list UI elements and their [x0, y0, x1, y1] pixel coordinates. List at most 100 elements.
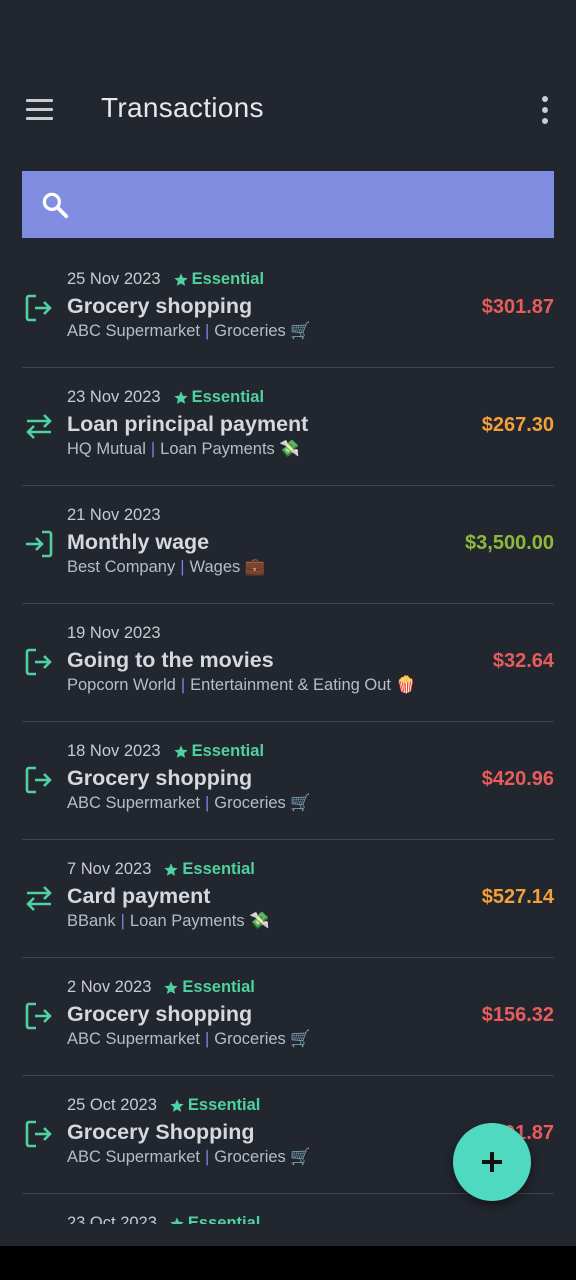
transaction-details: ABC Supermarket | Groceries 🛒 — [67, 1148, 311, 1167]
transaction-date: 21 Nov 2023 — [67, 506, 161, 525]
transaction-amount: $420.96 — [481, 768, 554, 790]
search-input[interactable] — [92, 183, 536, 227]
transaction-category: Groceries 🛒 — [214, 322, 311, 340]
transaction-date-text: 25 Nov 2023 — [67, 270, 161, 288]
transaction-category: Loan Payments 💸 — [129, 912, 270, 930]
transaction-amount: $267.30 — [481, 414, 554, 436]
transaction-name: Grocery shopping — [67, 294, 253, 318]
transaction-date: 23 Nov 2023 Essential — [67, 388, 264, 407]
transaction-date: 25 Oct 2023 Essential — [67, 1096, 260, 1115]
menu-icon[interactable] — [20, 90, 58, 128]
transaction-amount: $3,500.00 — [465, 532, 554, 554]
transaction-amount: $301.87 — [481, 296, 554, 318]
separator: | — [180, 558, 185, 576]
transaction-account: Best Company — [67, 558, 176, 576]
transaction-amount: $156.32 — [481, 1004, 554, 1026]
transaction-date-text: 7 Nov 2023 — [67, 860, 152, 878]
separator: | — [120, 912, 125, 930]
search-bar[interactable] — [22, 171, 554, 238]
transaction-details: ABC Supermarket | Groceries 🛒 — [67, 794, 311, 813]
transaction-details: Popcorn World | Entertainment & Eating Out… — [67, 676, 416, 695]
transaction-row[interactable]: 18 Nov 2023 Essential Grocery shopping ABC … — [0, 722, 576, 840]
separator: | — [204, 322, 210, 340]
swap-horiz-icon — [26, 886, 52, 911]
add-icon — [482, 1152, 502, 1172]
transaction-account: HQ Mutual — [67, 440, 146, 458]
logout-icon — [25, 766, 52, 794]
transaction-category: Groceries 🛒 — [214, 1030, 311, 1048]
separator: | — [180, 676, 186, 694]
transaction-date-text: 25 Oct 2023 — [67, 1096, 157, 1114]
transaction-details: ABC Supermarket | Groceries 🛒 — [67, 1030, 311, 1049]
transaction-row[interactable]: 21 Nov 2023 Monthly wage Best Company | Wage… — [0, 486, 576, 604]
transaction-details: HQ Mutual | Loan Payments 💸 — [67, 440, 300, 459]
transaction-row[interactable]: 23 Nov 2023 Essential Loan principal payme… — [0, 368, 576, 486]
search-icon — [42, 192, 69, 219]
transaction-row[interactable]: 19 Nov 2023 Going to the movies Popcorn Wo… — [0, 604, 576, 722]
transaction-amount: $32.64 — [492, 650, 554, 672]
star-icon — [173, 390, 188, 404]
essential-badge: Essential — [163, 860, 255, 879]
transaction-date-text: 2 Nov 2023 — [67, 978, 152, 996]
star-icon — [173, 272, 188, 286]
transaction-details: Best Company | Wages 💼 — [67, 558, 265, 577]
essential-badge: Essential — [173, 388, 264, 407]
essential-label: Essential — [187, 1214, 261, 1224]
transaction-details: BBank | Loan Payments 💸 — [67, 912, 270, 931]
transaction-date-text: 23 Oct 2023 — [67, 1214, 157, 1224]
star-icon — [164, 862, 179, 876]
essential-label: Essential — [182, 978, 255, 996]
essential-label: Essential — [182, 860, 255, 878]
essential-label: Essential — [191, 742, 265, 760]
transaction-account: ABC Supermarket — [67, 1148, 200, 1166]
transaction-category: Loan Payments 💸 — [160, 440, 300, 458]
transaction-name: Card payment — [67, 884, 211, 908]
star-icon — [170, 1216, 184, 1224]
separator: | — [204, 794, 210, 812]
login-icon — [26, 530, 53, 558]
essential-badge: Essential — [173, 270, 264, 289]
transaction-details: ABC Supermarket | Groceries 🛒 — [67, 322, 311, 341]
transaction-date-text: 23 Nov 2023 — [67, 388, 161, 406]
transaction-list: 25 Nov 2023 Essential Grocery shopping ABC … — [0, 250, 576, 1224]
transaction-name: Monthly wage — [67, 530, 210, 554]
transaction-category: Groceries 🛒 — [214, 1148, 311, 1166]
swap-horiz-icon — [26, 414, 52, 439]
essential-label: Essential — [187, 1096, 261, 1114]
transaction-name: Grocery shopping — [67, 1002, 253, 1026]
transaction-date-text: 18 Nov 2023 — [67, 742, 161, 760]
add-transaction-button[interactable] — [453, 1123, 531, 1201]
transaction-name: Going to the movies — [67, 648, 274, 672]
app-bar: Transactions — [0, 0, 576, 160]
star-icon — [173, 744, 188, 758]
essential-badge: Essential — [169, 1214, 260, 1224]
transaction-account: ABC Supermarket — [67, 322, 200, 340]
transaction-date: 18 Nov 2023 Essential — [67, 742, 264, 761]
transaction-date: 25 Nov 2023 Essential — [67, 270, 264, 289]
transaction-amount: $527.14 — [481, 886, 554, 908]
separator: | — [204, 1148, 210, 1166]
transaction-name: Loan principal payment — [67, 412, 309, 436]
transaction-account: BBank — [67, 912, 116, 930]
transaction-row[interactable]: 25 Nov 2023 Essential Grocery shopping ABC … — [0, 250, 576, 368]
logout-icon — [25, 648, 52, 676]
star-icon — [170, 1098, 184, 1112]
transaction-account: ABC Supermarket — [67, 1030, 200, 1048]
essential-label: Essential — [191, 270, 265, 288]
transaction-date: 23 Oct 2023 Essential — [67, 1214, 260, 1224]
transaction-name: Grocery shopping — [67, 766, 253, 790]
essential-badge: Essential — [163, 978, 255, 997]
logout-icon — [25, 294, 52, 322]
transaction-date: 2 Nov 2023 Essential — [67, 978, 255, 997]
transaction-account: ABC Supermarket — [67, 794, 200, 812]
essential-label: Essential — [191, 388, 265, 406]
transaction-row[interactable]: 2 Nov 2023 Essential Grocery shopping ABC S… — [0, 958, 576, 1076]
logout-icon — [25, 1120, 52, 1148]
transaction-account: Popcorn World — [67, 676, 176, 694]
essential-badge: Essential — [173, 742, 264, 761]
transaction-row[interactable]: 7 Nov 2023 Essential Card payment BBank | Loa… — [0, 840, 576, 958]
transaction-category: Wages 💼 — [189, 558, 266, 576]
system-nav-bar — [0, 1246, 576, 1280]
more-vert-icon[interactable] — [530, 92, 560, 128]
transaction-name: Grocery Shopping — [67, 1120, 255, 1144]
